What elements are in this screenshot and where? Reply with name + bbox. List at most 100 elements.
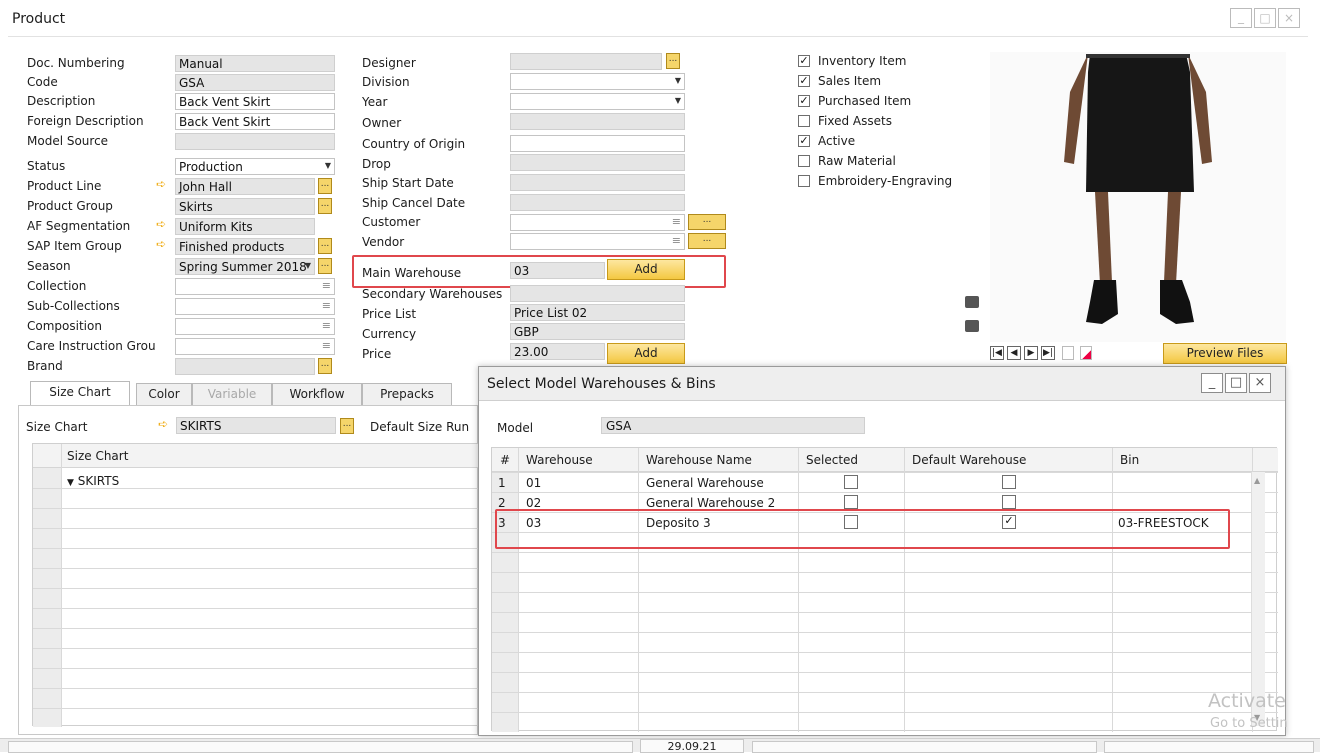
grid-scrollbar[interactable]: ▲ ▼ xyxy=(1251,472,1265,726)
country-of-origin-field[interactable] xyxy=(510,135,685,152)
status-select[interactable]: Production xyxy=(175,158,335,175)
af-segmentation-field[interactable]: Uniform Kits xyxy=(175,218,315,235)
drop-field[interactable] xyxy=(510,154,685,171)
dialog-close-button[interactable]: × xyxy=(1249,373,1271,393)
foreign-description-field[interactable]: Back Vent Skirt xyxy=(175,113,335,130)
description-field[interactable]: Back Vent Skirt xyxy=(175,93,335,110)
warehouse-dialog: Select Model Warehouses & Bins _ □ × Mod… xyxy=(478,366,1286,736)
prev-image-icon[interactable]: ◀ xyxy=(1007,346,1021,360)
maximize-button[interactable]: □ xyxy=(1254,8,1276,28)
sap-item-group-browse-button[interactable]: ... xyxy=(318,238,332,254)
customer-field[interactable] xyxy=(510,214,685,231)
warehouse-name-cell[interactable]: General Warehouse 2 xyxy=(646,496,775,510)
customer-browse-button[interactable]: ... xyxy=(688,214,726,230)
code-field[interactable]: GSA xyxy=(175,74,335,91)
link-arrow-icon[interactable]: ➪ xyxy=(156,217,166,231)
tab-color[interactable]: Color xyxy=(136,383,192,405)
collection-field[interactable] xyxy=(175,278,335,295)
tab-variable[interactable]: Variable xyxy=(192,383,272,405)
sap-item-group-field[interactable]: Finished products xyxy=(175,238,315,255)
tab-prepacks[interactable]: Prepacks xyxy=(362,383,452,405)
division-select[interactable] xyxy=(510,73,685,90)
vendor-field[interactable] xyxy=(510,233,685,250)
default-size-run-label: Default Size Run xyxy=(370,420,470,434)
brand-browse-button[interactable]: ... xyxy=(318,358,332,374)
warehouse-name-cell[interactable]: General Warehouse xyxy=(646,476,764,490)
left-field-label: Status xyxy=(27,159,66,173)
link-arrow-icon[interactable]: ➪ xyxy=(156,177,166,191)
care-instruction-field[interactable] xyxy=(175,338,335,355)
default-warehouse-checkbox[interactable] xyxy=(1002,475,1016,489)
column-header-selected[interactable]: Selected xyxy=(806,453,858,467)
brand-field[interactable] xyxy=(175,358,315,375)
window-title: Product xyxy=(12,11,66,27)
selected-checkbox[interactable] xyxy=(844,475,858,489)
product-line-browse-button[interactable]: ... xyxy=(318,178,332,194)
owner-field[interactable] xyxy=(510,113,685,130)
ship-cancel-date-field[interactable] xyxy=(510,194,685,211)
checkbox[interactable]: ✓ xyxy=(798,95,810,107)
default-warehouse-checkbox[interactable] xyxy=(1002,495,1016,509)
link-arrow-icon[interactable]: ➪ xyxy=(158,417,168,431)
checkbox[interactable]: ✓ xyxy=(798,75,810,87)
designer-browse-button[interactable]: ... xyxy=(666,53,680,69)
product-group-browse-button[interactable]: ... xyxy=(318,198,332,214)
composition-field[interactable] xyxy=(175,318,335,335)
grid-row-line xyxy=(492,472,1278,473)
checkbox[interactable] xyxy=(798,155,810,167)
column-header-row-number[interactable]: # xyxy=(500,453,510,467)
warehouse-cell[interactable]: 01 xyxy=(526,476,541,490)
checkbox[interactable] xyxy=(798,175,810,187)
checkbox[interactable]: ✓ xyxy=(798,135,810,147)
camera-icon[interactable] xyxy=(965,296,979,308)
price-list-field[interactable]: Price List 02 xyxy=(510,304,685,321)
size-chart-grid-row[interactable]: ▼ SKIRTS xyxy=(67,474,119,488)
currency-field[interactable]: GBP xyxy=(510,323,685,340)
dialog-minimize-button[interactable]: _ xyxy=(1201,373,1223,393)
expand-icon[interactable]: ▼ xyxy=(67,478,74,488)
close-button[interactable]: × xyxy=(1278,8,1300,28)
delete-image-icon[interactable] xyxy=(1080,346,1092,360)
dialog-maximize-button[interactable]: □ xyxy=(1225,373,1247,393)
camera-icon[interactable] xyxy=(965,320,979,332)
price-field[interactable]: 23.00 xyxy=(510,343,605,360)
tab-size-chart[interactable]: Size Chart xyxy=(30,381,130,405)
next-image-icon[interactable]: ▶ xyxy=(1024,346,1038,360)
preview-files-button[interactable]: Preview Files xyxy=(1163,343,1287,364)
season-browse-button[interactable]: ... xyxy=(318,258,332,274)
checkbox[interactable]: ✓ xyxy=(798,55,810,67)
product-group-field[interactable]: Skirts xyxy=(175,198,315,215)
grid-row-line xyxy=(33,508,479,509)
vendor-browse-button[interactable]: ... xyxy=(688,233,726,249)
price-add-button[interactable]: Add xyxy=(607,343,685,364)
selected-checkbox[interactable] xyxy=(844,495,858,509)
grid-col-line xyxy=(798,448,799,732)
column-header-warehouse[interactable]: Warehouse xyxy=(526,453,593,467)
left-field-label: Foreign Description xyxy=(27,114,144,128)
minimize-button[interactable]: _ xyxy=(1230,8,1252,28)
designer-field[interactable] xyxy=(510,53,662,70)
checkbox[interactable] xyxy=(798,115,810,127)
model-label: Model xyxy=(497,421,534,435)
grid-col-line xyxy=(1112,448,1113,732)
column-header-warehouse-name[interactable]: Warehouse Name xyxy=(646,453,752,467)
product-line-field[interactable]: John Hall xyxy=(175,178,315,195)
left-field-label: Sub-Collections xyxy=(27,299,120,313)
secondary-warehouses-field[interactable] xyxy=(510,285,685,302)
column-header-bin[interactable]: Bin xyxy=(1120,453,1139,467)
ship-start-date-field[interactable] xyxy=(510,174,685,191)
tab-workflow[interactable]: Workflow xyxy=(272,383,362,405)
add-image-icon[interactable] xyxy=(1062,346,1074,360)
size-chart-field[interactable]: SKIRTS xyxy=(176,417,336,434)
last-image-icon[interactable]: ▶| xyxy=(1041,346,1055,360)
warehouse-cell[interactable]: 02 xyxy=(526,496,541,510)
first-image-icon[interactable]: |◀ xyxy=(990,346,1004,360)
season-select[interactable]: Spring Summer 2018 xyxy=(175,258,315,275)
column-header-default-warehouse[interactable]: Default Warehouse xyxy=(912,453,1026,467)
year-select[interactable] xyxy=(510,93,685,110)
checkbox-label: Raw Material xyxy=(818,154,896,168)
size-chart-browse-button[interactable]: ... xyxy=(340,418,354,434)
sub-collections-field[interactable] xyxy=(175,298,335,315)
link-arrow-icon[interactable]: ➪ xyxy=(156,237,166,251)
highlight-main-warehouse xyxy=(352,255,726,288)
